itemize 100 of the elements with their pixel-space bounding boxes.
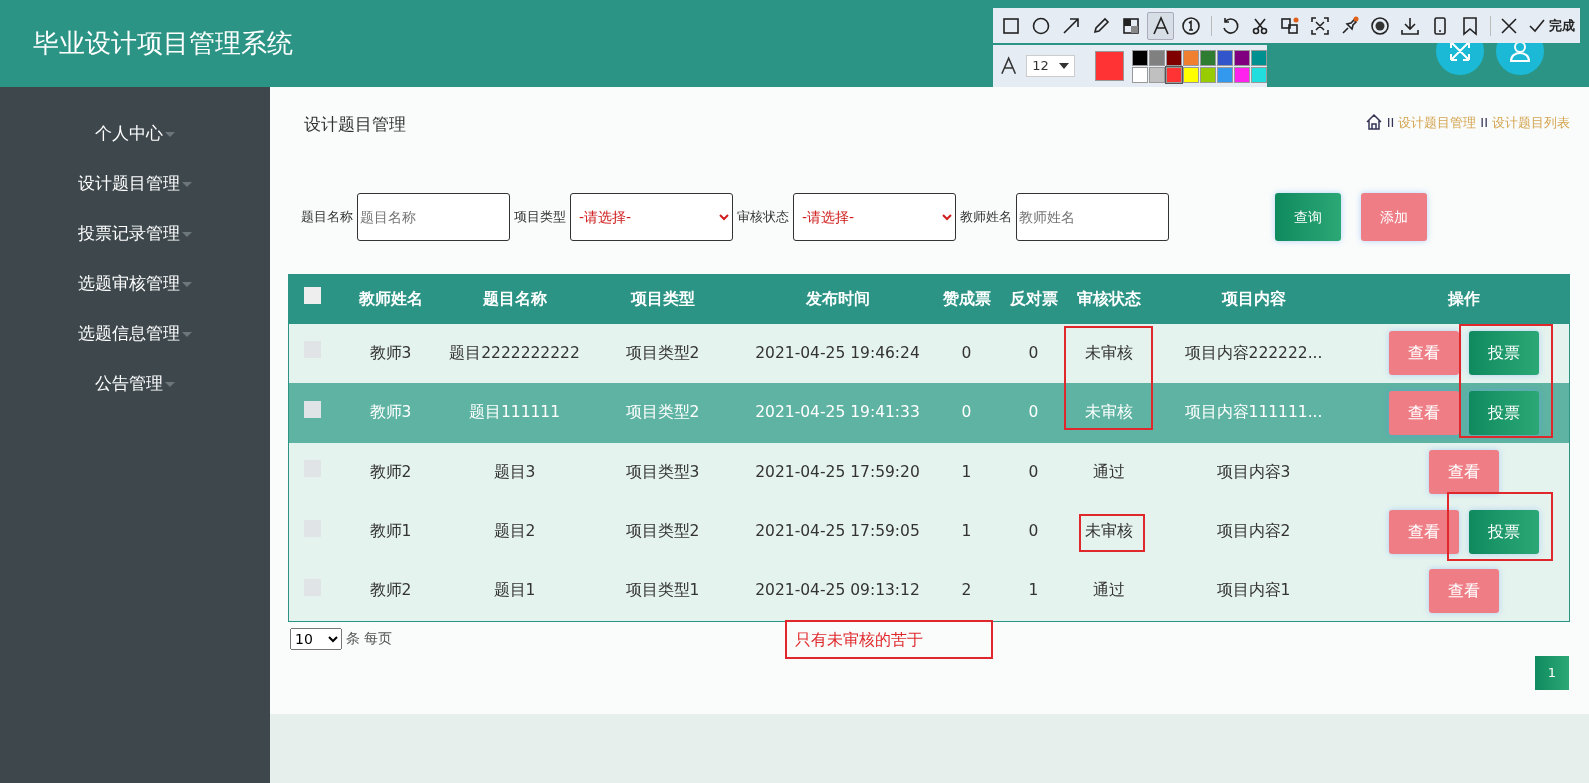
caret-icon (165, 381, 175, 387)
table-cell: 题目2 (493, 522, 536, 541)
table-cell: 题目111111 (468, 403, 561, 422)
text-tool-icon[interactable] (1147, 11, 1174, 40)
color-swatch[interactable] (1217, 66, 1233, 83)
caret-icon (182, 281, 192, 287)
table-cell: 0 (961, 343, 972, 362)
caret-icon (1058, 63, 1069, 69)
table-cell: 题目3 (493, 462, 536, 481)
dropdown[interactable]: -请选择- (793, 193, 956, 241)
table-cell: 项目内容1 (1216, 581, 1291, 600)
font-icon (999, 56, 1019, 76)
sidebar-item[interactable]: 设计题目管理 (0, 159, 270, 209)
table-cell: 教师2 (369, 581, 412, 600)
app-title: 毕业设计项目管理系统 (32, 27, 293, 60)
table-cell: 1 (1028, 581, 1039, 600)
table-cell: 未审核 (1084, 343, 1133, 362)
table-cell: 项目类型2 (625, 403, 700, 422)
color-swatch[interactable] (1132, 49, 1148, 66)
breadcrumb-separator: II (1386, 114, 1395, 132)
filter-label: 项目类型 (514, 208, 566, 227)
table-cell: 项目类型2 (625, 343, 700, 362)
sidebar-item[interactable]: 选题信息管理 (0, 309, 270, 359)
dropdown[interactable]: -请选择- (570, 193, 733, 241)
color-swatch[interactable] (1217, 49, 1233, 66)
table-cell: 0 (1028, 462, 1039, 481)
color-swatch[interactable] (1200, 66, 1216, 83)
table-cell: 2021-04-25 19:41:33 (755, 403, 920, 422)
vote-button[interactable]: 投票 (1468, 331, 1539, 376)
caret-icon (182, 181, 192, 187)
annotation-text: 只有未审核的苦于 (785, 620, 993, 659)
text-input-field[interactable]: 教师姓名 (1016, 193, 1169, 241)
table-row[interactable]: 教师3 题目2222222222 项目类型2 2021-04-25 19:46:24 0 0 未审核 项目内容222222... 查看 投票 (288, 323, 1570, 383)
color-swatch[interactable] (1251, 49, 1267, 66)
page-size-label: 条 每页 (346, 629, 393, 648)
table-cell: 教师1 (369, 522, 412, 541)
filter-label: 审核状态 (737, 208, 789, 227)
table-cell: 0 (1028, 522, 1039, 541)
color-swatch[interactable] (1234, 49, 1250, 66)
color-swatch[interactable] (1149, 66, 1165, 83)
page-title: 设计题目管理 (303, 113, 406, 136)
color-swatch[interactable] (1166, 66, 1182, 83)
color-swatch[interactable] (1200, 49, 1216, 66)
vote-button[interactable]: 投票 (1468, 509, 1539, 554)
done-button[interactable]: 完成 (1529, 15, 1575, 36)
table-cell: 2021-04-25 19:46:24 (755, 343, 920, 362)
color-swatch[interactable] (1183, 49, 1199, 66)
sidebar-item[interactable]: 选题审核管理 (0, 259, 270, 309)
table-cell: 通过 (1092, 581, 1125, 600)
home-icon[interactable] (1364, 113, 1383, 131)
page-size-dropdown[interactable]: 10 (290, 627, 342, 650)
column-header: 审核状态 (1068, 274, 1149, 324)
sidebar-item[interactable]: 个人中心 (0, 109, 270, 159)
row-checkbox[interactable] (304, 400, 322, 418)
table-cell: 项目类型1 (625, 581, 700, 600)
table-row[interactable]: 教师2 题目1 项目类型1 2021-04-25 09:13:12 2 1 通过 项目内容1 查看 (288, 561, 1570, 621)
table-cell: 0 (1028, 403, 1039, 422)
table-cell: 项目类型3 (625, 462, 700, 481)
column-header: 项目内容 (1148, 274, 1359, 324)
table-cell: 1 (961, 462, 972, 481)
font-size-dropdown[interactable]: 12 (1026, 55, 1075, 77)
table-row[interactable]: 教师3 题目111111 项目类型2 2021-04-25 19:41:33 0 0 未审核 项目内容111111... 查看 投票 (288, 383, 1570, 443)
table-cell: 未审核 (1084, 403, 1133, 422)
table-cell: 项目内容111111... (1184, 403, 1323, 422)
table-cell: 通过 (1092, 462, 1125, 481)
sidebar-item[interactable]: 投票记录管理 (0, 209, 270, 259)
table-cell: 项目类型2 (625, 522, 700, 541)
table-cell: 1 (961, 522, 972, 541)
column-header: 赞成票 (934, 274, 999, 324)
vote-button[interactable]: 投票 (1468, 390, 1539, 435)
table-cell: 2021-04-25 17:59:20 (755, 462, 920, 481)
breadcrumb-separator: II (1480, 114, 1488, 132)
filter-label: 题目名称 (301, 208, 353, 227)
column-header: 教师姓名 (336, 274, 445, 324)
select-all-checkbox[interactable] (304, 287, 322, 305)
sidebar-item[interactable]: 公告管理 (0, 359, 270, 409)
color-swatch[interactable] (1132, 66, 1148, 83)
check-icon (1529, 17, 1545, 34)
table-cell: 教师2 (369, 462, 412, 481)
filter-label: 教师姓名 (960, 208, 1012, 227)
table-cell: 0 (961, 403, 972, 422)
annotation-box (1079, 514, 1145, 552)
page-button[interactable]: 1 (1535, 655, 1569, 690)
color-swatch[interactable] (1149, 49, 1165, 66)
color-swatch[interactable] (1251, 66, 1267, 83)
color-swatch[interactable] (1234, 66, 1250, 83)
table-row[interactable]: 教师2 题目3 项目类型3 2021-04-25 17:59:20 1 0 通过 项目内容3 查看 (288, 442, 1570, 502)
table-cell: 题目1 (493, 581, 536, 600)
column-header: 项目类型 (584, 274, 741, 324)
table-row[interactable]: 教师1 题目2 项目类型2 2021-04-25 17:59:05 1 0 未审核 项目内容2 查看 投票 (288, 502, 1570, 562)
column-header: 发布时间 (740, 274, 935, 324)
color-swatch[interactable] (1166, 49, 1182, 66)
table-cell: 2021-04-25 09:13:12 (755, 581, 920, 600)
table-cell: 0 (1028, 343, 1039, 362)
search-button[interactable]: 查询 (1275, 193, 1341, 241)
column-header: 反对票 (998, 274, 1069, 324)
table-cell: 题目2222222222 (449, 343, 580, 362)
table-cell: 项目内容2 (1216, 522, 1291, 541)
table-cell: 教师3 (369, 403, 412, 422)
text-input-field[interactable]: 题目名称 (357, 193, 510, 241)
